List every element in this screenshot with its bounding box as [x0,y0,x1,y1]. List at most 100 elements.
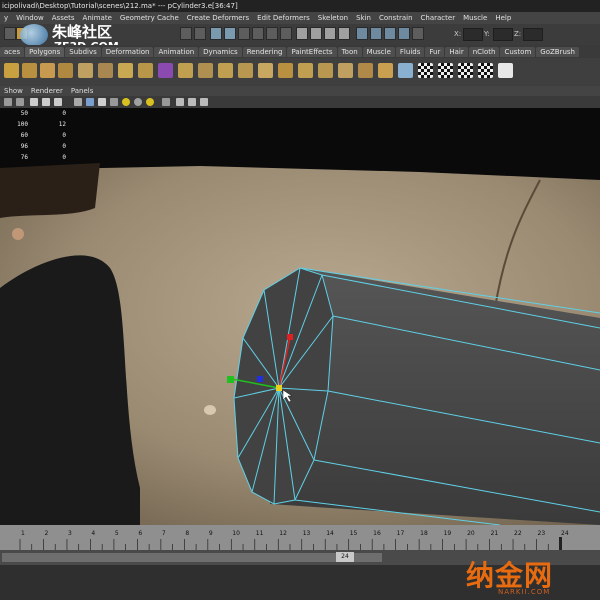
extract-icon[interactable] [358,63,373,78]
shelf-tab-faces[interactable]: aces [0,46,25,57]
menu-item-edit-deformers[interactable]: Edit Deformers [253,12,314,24]
snap-to-point-icon[interactable] [324,27,336,40]
smooth-shade-icon[interactable] [42,98,50,106]
manipulator-center[interactable] [276,385,282,391]
shadows-icon[interactable] [146,98,154,106]
shelf-tab-dynamics[interactable]: Dynamics [199,46,242,57]
select-by-component-icon[interactable] [238,27,250,40]
lighting-icon[interactable] [110,98,118,106]
component-mode-icon[interactable] [194,27,206,40]
menu-item-create-deformers[interactable]: Create Deformers [183,12,253,24]
combine-icon[interactable] [218,63,233,78]
automatic-mapping-icon[interactable] [498,63,513,78]
render-frame-icon[interactable] [370,27,382,40]
isolate-select-icon[interactable] [162,98,170,106]
time-slider[interactable]: 1 2 3 4 5 6 7 8 9 10 11 12 13 14 15 16 17 18 19 20 21 22 23 24 [0,525,600,550]
split-polygon-icon[interactable] [338,63,353,78]
default-light-icon[interactable] [122,98,130,106]
y-coord-field[interactable] [493,28,513,41]
shelf-tab-subdivs[interactable]: Subdivs [65,46,101,57]
shelf-tab-muscle[interactable]: Muscle [362,46,395,57]
snap-to-curve-icon[interactable] [310,27,322,40]
hypershade-icon[interactable] [412,27,424,40]
panel-menu-renderer[interactable]: Renderer [27,86,67,96]
insert-edge-loop-icon[interactable] [318,63,333,78]
append-polygon-icon[interactable] [198,63,213,78]
all-lights-icon[interactable] [134,98,142,106]
panel-menu-panels[interactable]: Panels [67,86,98,96]
split-icon[interactable] [138,63,153,78]
shelf-tab-custom[interactable]: Custom [500,46,536,57]
select-by-object-icon[interactable] [224,27,236,40]
vertex-mask-icon[interactable] [252,27,264,40]
shelf-tab-hair[interactable]: Hair [445,46,468,57]
menu-item-character[interactable]: Character [417,12,460,24]
menu-item-help[interactable]: Help [491,12,515,24]
snap-grid-icon[interactable] [4,27,16,40]
grid-icon[interactable] [16,98,24,106]
sphere-icon[interactable] [22,63,37,78]
plane-icon[interactable] [78,63,93,78]
menu-item-skin[interactable]: Skin [352,12,375,24]
shelf-tab-painteffects[interactable]: PaintEffects [287,46,337,57]
range-slider-bar[interactable] [2,553,382,562]
ipr-render-icon[interactable] [384,27,396,40]
shelf-tab-ncloth[interactable]: nCloth [468,46,500,57]
z-coord-field[interactable] [523,28,543,41]
render-settings-icon[interactable] [398,27,410,40]
manipulator-x-handle[interactable] [227,376,234,383]
shelf-tab-polygons[interactable]: Polygons [25,46,65,57]
smooth-icon[interactable] [158,63,173,78]
snap-to-plane-icon[interactable] [338,27,350,40]
mirror-icon[interactable] [258,63,273,78]
xray-joints-icon[interactable] [188,98,196,106]
planar-mapping-icon[interactable] [438,63,453,78]
shelf-tab-fur[interactable]: Fur [425,46,445,57]
cylinder-icon[interactable] [40,63,55,78]
cube-icon[interactable] [4,63,19,78]
menu-item-muscle[interactable]: Muscle [459,12,491,24]
manipulator-y-handle[interactable] [287,334,293,340]
textured-icon[interactable] [98,98,106,106]
x-coord-field[interactable] [463,28,483,41]
shelf-tab-deformation[interactable]: Deformation [101,46,154,57]
viewport-persp[interactable] [0,108,600,525]
merge-icon[interactable] [178,63,193,78]
shelf-tab-gozbrush[interactable]: GoZBrush [536,46,579,57]
xray-icon[interactable] [176,98,184,106]
torus-icon[interactable] [58,63,73,78]
menu-item-constrain[interactable]: Constrain [375,12,417,24]
face-mask-icon[interactable] [280,27,292,40]
checker-icon[interactable] [418,63,433,78]
current-frame-marker[interactable] [559,537,562,550]
spherical-mapping-icon[interactable] [478,63,493,78]
uv-icon[interactable] [398,63,413,78]
render-view-icon[interactable] [356,27,368,40]
manipulator-z-handle[interactable] [257,376,263,382]
selection-mode-icon[interactable] [180,27,192,40]
current-frame-field[interactable]: 24 [336,552,354,562]
select-by-hierarchy-icon[interactable] [210,27,222,40]
edge-mask-icon[interactable] [266,27,278,40]
fill-hole-icon[interactable] [298,63,313,78]
poke-icon[interactable] [378,63,393,78]
backface-icon[interactable] [200,98,208,106]
camera-icon[interactable] [4,98,12,106]
boolean-icon[interactable] [278,63,293,78]
separate-icon[interactable] [238,63,253,78]
extrude-icon[interactable] [98,63,113,78]
wireframe-icon[interactable] [30,98,38,106]
shaded-icon[interactable] [86,98,94,106]
shelf-tab-rendering[interactable]: Rendering [242,46,287,57]
menu-item-y[interactable]: y [0,12,12,24]
wireframe-on-shaded-icon[interactable] [74,98,82,106]
shelf-tab-fluids[interactable]: Fluids [395,46,425,57]
panel-menu-show[interactable]: Show [0,86,27,96]
bevel-icon[interactable] [118,63,133,78]
menu-item-skeleton[interactable]: Skeleton [314,12,352,24]
snap-to-grid-icon[interactable] [296,27,308,40]
cylindrical-mapping-icon[interactable] [458,63,473,78]
texture-icon[interactable] [54,98,62,106]
shelf-tab-animation[interactable]: Animation [154,46,199,57]
shelf-tab-toon[interactable]: Toon [337,46,362,57]
